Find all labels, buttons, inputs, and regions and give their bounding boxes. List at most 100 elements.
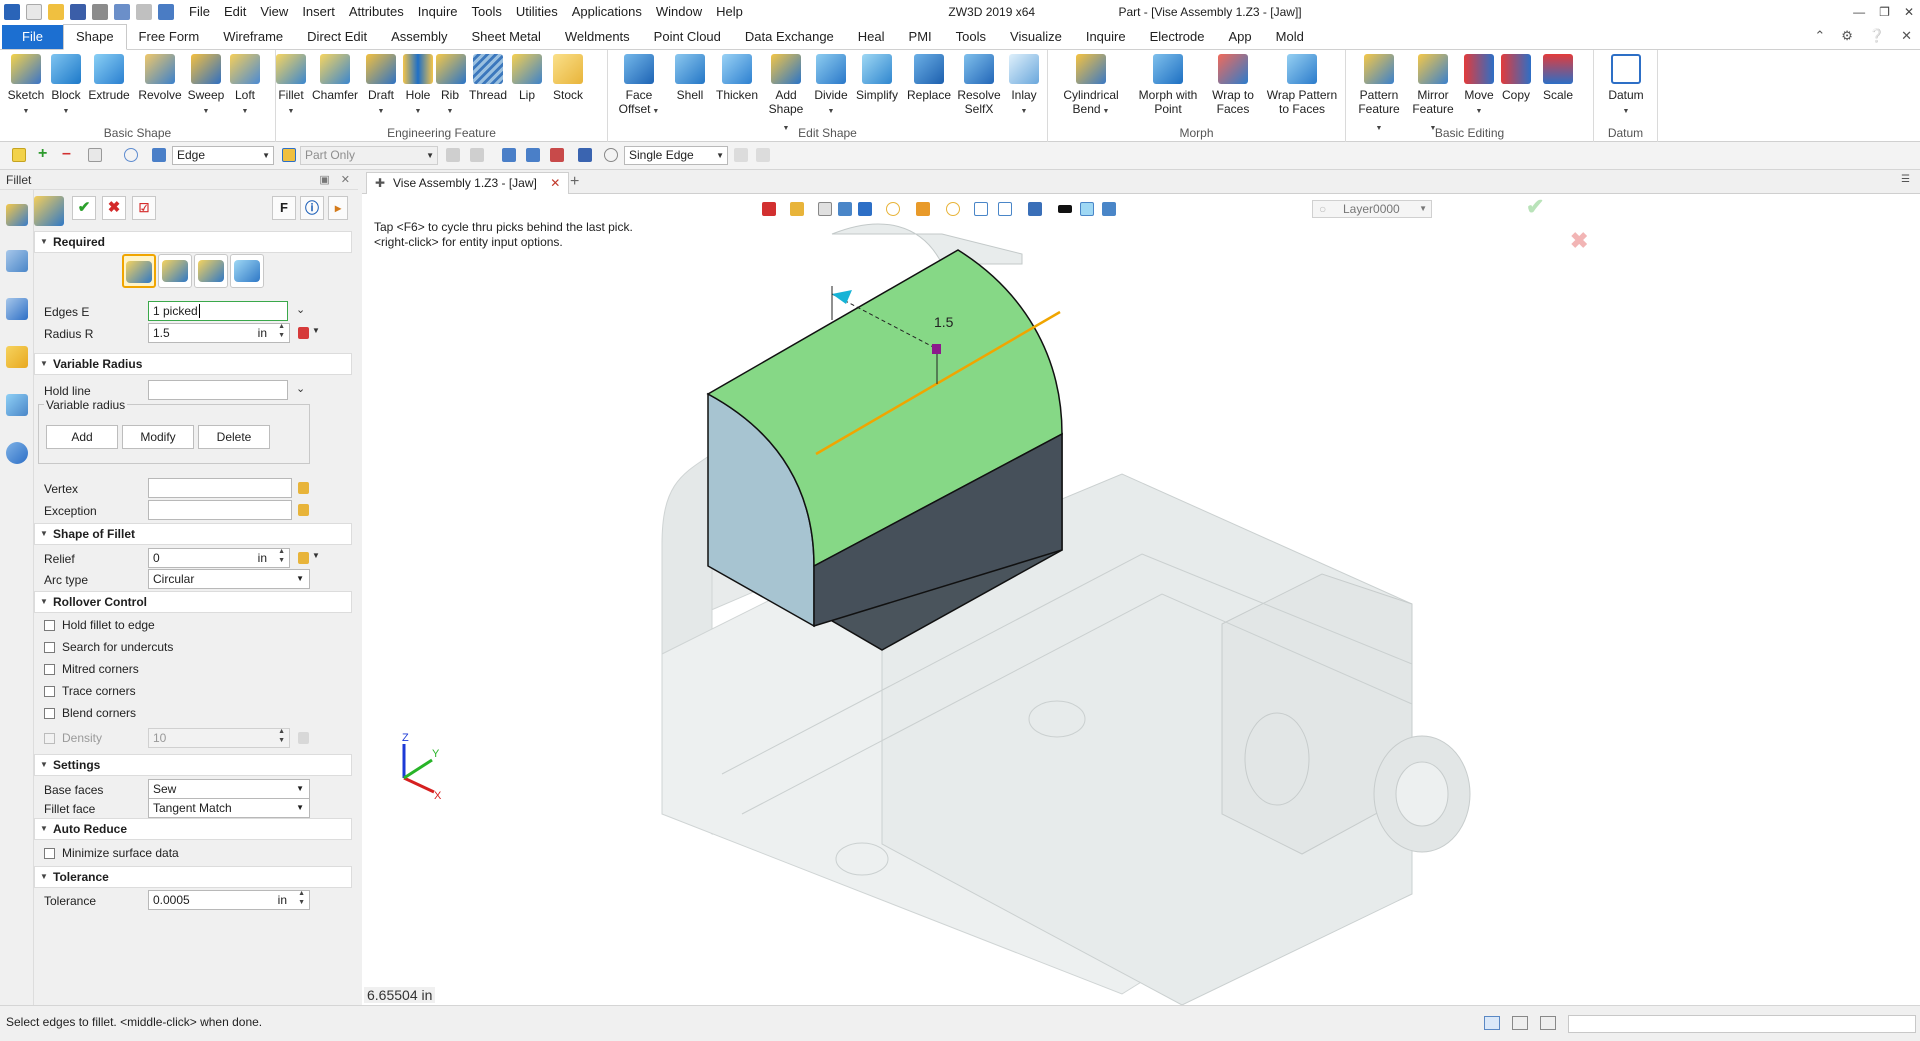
chevron-down-icon[interactable]: ▼ <box>312 551 320 560</box>
view-manager-icon[interactable] <box>6 394 28 416</box>
status-display-icon[interactable] <box>1512 1016 1528 1030</box>
fillet-radius-dimension[interactable]: 1.5 <box>934 314 953 330</box>
hold-line-field[interactable] <box>148 380 288 400</box>
zoom-fit-icon[interactable] <box>974 202 988 216</box>
tab-sheet-metal[interactable]: Sheet Metal <box>460 25 553 49</box>
print-area-icon[interactable] <box>470 148 484 162</box>
fillet-type-full-round-icon[interactable] <box>230 254 264 288</box>
command-input-field[interactable] <box>1568 1015 1916 1033</box>
section-rollover-control[interactable]: Rollover Control <box>34 591 352 613</box>
rib-button[interactable]: Rib ▼ <box>436 52 466 119</box>
tab-assembly[interactable]: Assembly <box>379 25 459 49</box>
simplify-button[interactable]: Simplify <box>852 52 902 102</box>
trace-corners-checkbox[interactable]: Trace corners <box>44 684 136 698</box>
accept-check-icon[interactable]: ✔ <box>1526 194 1544 220</box>
base-faces-select[interactable]: Sew ▼ <box>148 779 310 799</box>
display-settings-icon[interactable] <box>1028 202 1042 216</box>
spinner-icon[interactable]: ▲ ▼ <box>278 727 285 745</box>
minimize-icon[interactable]: — <box>1853 0 1865 24</box>
box-select-icon[interactable] <box>88 148 102 162</box>
collapse-ribbon-icon[interactable]: ⌃ <box>1814 28 1825 44</box>
render-mode-icon[interactable] <box>790 202 804 216</box>
lip-button[interactable]: Lip <box>512 52 542 102</box>
extrude-button[interactable]: Extrude <box>88 52 130 102</box>
face-offset-button[interactable]: Face Offset ▼ <box>616 52 662 119</box>
wrap-pattern-to-faces-button[interactable]: Wrap Pattern to Faces <box>1264 52 1340 116</box>
menu-view[interactable]: View <box>253 0 295 24</box>
tab-visualize[interactable]: Visualize <box>998 25 1074 49</box>
help-icon[interactable]: ❔ <box>1869 28 1885 44</box>
menu-tools[interactable]: Tools <box>465 0 509 24</box>
thicken-button[interactable]: Thicken <box>712 52 762 102</box>
close-doc-icon[interactable]: ✕ <box>1901 28 1912 44</box>
fillet-face-select[interactable]: Tangent Match ▼ <box>148 798 310 818</box>
align-right-icon[interactable] <box>550 148 564 162</box>
scope-icon[interactable] <box>282 148 296 162</box>
density-pick-icon[interactable] <box>298 732 309 744</box>
radius-field[interactable]: 1.5 in ▲ ▼ <box>148 323 290 343</box>
morph-with-point-button[interactable]: Morph with Point <box>1134 52 1202 116</box>
menu-file[interactable]: File <box>182 0 217 24</box>
section-tolerance[interactable]: Tolerance <box>34 866 352 888</box>
panel-collapse-icon[interactable]: ▣ <box>319 174 329 186</box>
background-icon[interactable] <box>1080 202 1094 216</box>
grid-icon[interactable] <box>446 148 460 162</box>
fillet-type-constant-icon[interactable] <box>122 254 156 288</box>
menu-utilities[interactable]: Utilities <box>509 0 565 24</box>
resolve-selfx-button[interactable]: Resolve SelfX <box>956 52 1002 116</box>
edges-field[interactable]: 1 picked <box>148 301 288 321</box>
add-button[interactable]: Add <box>46 425 118 449</box>
menu-insert[interactable]: Insert <box>295 0 342 24</box>
regenerate-icon[interactable] <box>158 4 174 20</box>
exception-field[interactable] <box>148 500 292 520</box>
status-view-icon[interactable] <box>1484 1016 1500 1030</box>
user-icon[interactable] <box>6 442 28 464</box>
divide-button[interactable]: Divide ▼ <box>812 52 850 119</box>
tab-mold[interactable]: Mold <box>1264 25 1316 49</box>
shaded-icon[interactable] <box>858 202 872 216</box>
exception-pick-icon[interactable] <box>298 504 309 516</box>
view-cube-icon[interactable] <box>838 202 852 216</box>
fillet-type-ellipse-icon[interactable] <box>158 254 192 288</box>
spinner-icon[interactable]: ▲ ▼ <box>278 322 285 340</box>
menu-inquire[interactable]: Inquire <box>411 0 465 24</box>
panel-more-icon[interactable]: ▸ <box>328 196 348 220</box>
print-icon[interactable] <box>92 4 108 20</box>
settings-gear-icon[interactable]: ⚙ <box>1841 28 1853 44</box>
density-checkbox[interactable]: Density <box>44 731 102 745</box>
select-pointer-icon[interactable] <box>12 148 26 162</box>
tab-tools[interactable]: Tools <box>944 25 998 49</box>
minimize-surface-data-checkbox[interactable]: Minimize surface data <box>44 846 179 860</box>
new-file-icon[interactable] <box>26 4 42 20</box>
exit-view-icon[interactable] <box>762 202 776 216</box>
assembly-manager-icon[interactable] <box>6 298 28 320</box>
search-for-undercuts-checkbox[interactable]: Search for undercuts <box>44 640 173 654</box>
wrap-to-faces-button[interactable]: Wrap to Faces <box>1208 52 1258 116</box>
cylindrical-bend-button[interactable]: Cylindrical Bend ▼ <box>1058 52 1124 119</box>
ok-checkmark-icon[interactable]: ✔ <box>72 196 96 220</box>
f-button[interactable]: F <box>272 196 296 220</box>
relief-pick-icon[interactable] <box>298 552 309 564</box>
pick-tool-icon[interactable] <box>734 148 748 162</box>
feature-manager-icon[interactable] <box>6 204 28 226</box>
dimension-handle-icon[interactable] <box>832 290 852 304</box>
model-scene[interactable] <box>362 194 1920 1005</box>
menu-help[interactable]: Help <box>709 0 750 24</box>
layer-dropdown[interactable]: ○ Layer0000 ▼ <box>1312 200 1432 218</box>
view-layers-icon[interactable] <box>1102 202 1116 216</box>
section-view-icon[interactable] <box>916 202 930 216</box>
mirror-feature-button[interactable]: Mirror Feature ▼ <box>1408 52 1458 136</box>
filter-view-icon[interactable] <box>818 202 832 216</box>
pick-settings-icon[interactable] <box>604 148 618 162</box>
datum-button[interactable]: Datum ▼ <box>1602 52 1650 119</box>
tab-electrode[interactable]: Electrode <box>1138 25 1217 49</box>
thread-button[interactable]: Thread <box>468 52 508 102</box>
tab-point-cloud[interactable]: Point Cloud <box>642 25 733 49</box>
section-settings[interactable]: Settings <box>34 754 352 776</box>
orbit-icon[interactable] <box>886 202 900 216</box>
menu-edit[interactable]: Edit <box>217 0 253 24</box>
measure-pick-icon[interactable] <box>298 327 309 339</box>
section-auto-reduce[interactable]: Auto Reduce <box>34 818 352 840</box>
expand-chevron-icon[interactable]: ⌄ <box>296 303 305 316</box>
cancel-x-icon[interactable]: ✖ <box>102 196 126 220</box>
